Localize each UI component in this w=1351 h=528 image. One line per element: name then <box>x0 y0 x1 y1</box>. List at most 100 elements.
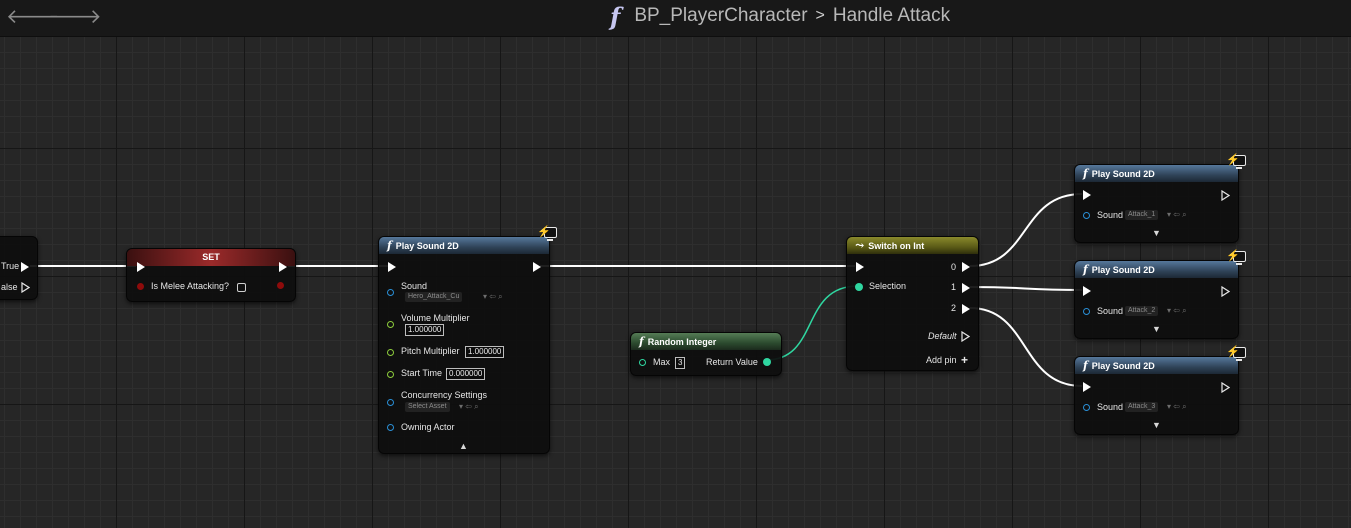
branch-true-exec-pin[interactable] <box>21 262 29 272</box>
owning-actor-pin[interactable] <box>387 424 394 431</box>
exec-out-pin[interactable] <box>533 262 541 272</box>
branch-node[interactable]: True alse <box>0 236 38 300</box>
sound-asset-dropdown[interactable]: Attack_3 <box>1125 402 1159 412</box>
output-2-label: 2 <box>951 303 957 313</box>
lightning-icon: ⚡ <box>537 226 551 238</box>
output-0-label: 0 <box>951 262 957 272</box>
return-value-label: Return Value <box>706 357 758 367</box>
set-node-header: SET <box>127 249 295 266</box>
play-sound-2d-node-1[interactable]: f Play Sound 2D Sound Attack_1 ▾ ⇦ ⌕ ▼ <box>1074 164 1239 243</box>
sound-browse-icons[interactable]: ▾ ⇦ ⌕ <box>1167 210 1187 220</box>
exec-in-pin[interactable] <box>1083 382 1091 392</box>
add-pin-label[interactable]: Add pin <box>926 355 957 365</box>
set-exec-in-pin[interactable] <box>137 262 145 272</box>
sound-asset-dropdown[interactable]: Attack_2 <box>1125 306 1159 316</box>
switch-exec-in-pin[interactable] <box>856 262 864 272</box>
sound-label: Sound <box>1097 306 1124 316</box>
max-input[interactable]: 3 <box>675 357 686 369</box>
sound-pin[interactable] <box>387 289 394 296</box>
exec-out-pin[interactable] <box>1221 190 1230 201</box>
exec-out-pin[interactable] <box>1221 382 1230 393</box>
max-pin[interactable] <box>639 359 646 366</box>
volume-pin[interactable] <box>387 321 394 328</box>
owning-actor-label: Owning Actor <box>401 422 455 432</box>
branch-false-label: alse <box>1 282 18 292</box>
output-2-exec-pin[interactable] <box>962 304 970 314</box>
lightning-icon: ⚡ <box>1226 346 1240 358</box>
start-time-input[interactable]: 0.000000 <box>446 368 486 380</box>
sound-pin[interactable] <box>1083 308 1090 315</box>
sound-asset-dropdown[interactable]: Attack_1 <box>1125 210 1159 220</box>
switch-on-int-header: ⤳ Switch on Int <box>847 237 978 254</box>
concurrency-asset-dropdown[interactable]: Select Asset <box>405 402 450 412</box>
pitch-input[interactable]: 1.000000 <box>465 346 505 358</box>
selection-label: Selection <box>869 281 907 291</box>
switch-on-int-node[interactable]: ⤳ Switch on Int Selection 0 1 2 Default A… <box>846 236 979 371</box>
exec-wire-switch2 <box>969 307 1083 387</box>
concurrency-browse-icons[interactable]: ▾ ⇦ ⌕ <box>459 402 479 412</box>
set-exec-out-pin[interactable] <box>279 262 287 272</box>
sound-pin[interactable] <box>1083 404 1090 411</box>
sound-label: Sound <box>1097 210 1124 220</box>
sound-pin[interactable] <box>1083 212 1090 219</box>
volume-input[interactable]: 1.000000 <box>405 324 445 336</box>
pitch-pin[interactable] <box>387 349 394 356</box>
play-sound-2d-header: f Play Sound 2D <box>1075 165 1238 182</box>
function-icon: f <box>1083 167 1088 180</box>
switch-icon: ⤳ <box>855 239 865 252</box>
pitch-label: Pitch Multiplier <box>401 346 460 356</box>
set-node[interactable]: SET Is Melee Attacking? <box>126 248 296 302</box>
expand-advanced-icon[interactable]: ▼ <box>1152 420 1161 430</box>
play-sound-2d-header: f Play Sound 2D <box>379 237 549 254</box>
volume-label: Volume Multiplier <box>401 313 470 323</box>
return-value-pin[interactable] <box>763 358 771 366</box>
max-label: Max <box>653 357 671 367</box>
random-integer-node[interactable]: f Random Integer Max 3 Return Value <box>630 332 782 376</box>
set-bool-out-pin[interactable] <box>277 282 284 289</box>
function-icon: f <box>639 335 644 348</box>
branch-true-label: True <box>1 261 20 271</box>
is-melee-attacking-checkbox[interactable] <box>237 283 246 292</box>
concurrency-pin[interactable] <box>387 399 394 406</box>
sound-browse-icons[interactable]: ▾ ⇦ ⌕ <box>1167 306 1187 316</box>
play-sound-2d-header: f Play Sound 2D <box>1075 357 1238 374</box>
collapse-advanced-icon[interactable]: ▲ <box>459 441 468 451</box>
function-icon: f <box>1083 359 1088 372</box>
function-icon: f <box>387 239 392 252</box>
sound-browse-icons[interactable]: ▾ ⇦ ⌕ <box>1167 402 1187 412</box>
add-pin-plus-icon[interactable]: + <box>961 353 968 367</box>
output-0-exec-pin[interactable] <box>962 262 970 272</box>
play-sound-2d-node[interactable]: f Play Sound 2D Sound Hero_Attack_Cu ▾ ⇦ … <box>378 236 550 454</box>
node-title: Play Sound 2D <box>1091 265 1155 275</box>
play-sound-2d-node-2[interactable]: f Play Sound 2D Sound Attack_2 ▾ ⇦ ⌕ ▼ <box>1074 260 1239 339</box>
sound-browse-icons[interactable]: ▾ ⇦ ⌕ <box>483 292 503 302</box>
expand-advanced-icon[interactable]: ▼ <box>1152 228 1161 238</box>
exec-wire-switch0 <box>969 193 1083 267</box>
exec-wire-switch1 <box>969 286 1083 291</box>
exec-in-pin[interactable] <box>1083 286 1091 296</box>
branch-false-exec-pin[interactable] <box>21 282 30 293</box>
start-time-label: Start Time <box>401 368 443 378</box>
play-sound-2d-header: f Play Sound 2D <box>1075 261 1238 278</box>
node-title: Switch on Int <box>868 241 925 251</box>
play-sound-2d-node-3[interactable]: f Play Sound 2D Sound Attack_3 ▾ ⇦ ⌕ ▼ <box>1074 356 1239 435</box>
node-title: Play Sound 2D <box>1091 169 1155 179</box>
sound-label: Sound <box>401 281 428 291</box>
random-integer-header: f Random Integer <box>631 333 781 350</box>
selection-pin[interactable] <box>855 283 863 291</box>
default-exec-pin[interactable] <box>961 331 970 342</box>
lightning-icon: ⚡ <box>1226 154 1240 166</box>
set-variable-label: Is Melee Attacking? <box>151 281 230 291</box>
lightning-icon: ⚡ <box>1226 250 1240 262</box>
sound-asset-dropdown[interactable]: Hero_Attack_Cu <box>405 292 463 302</box>
output-1-label: 1 <box>951 282 957 292</box>
set-bool-in-pin[interactable] <box>137 283 144 290</box>
exec-in-pin[interactable] <box>1083 190 1091 200</box>
exec-out-pin[interactable] <box>1221 286 1230 297</box>
default-label: Default <box>928 331 957 341</box>
output-1-exec-pin[interactable] <box>962 283 970 293</box>
expand-advanced-icon[interactable]: ▼ <box>1152 324 1161 334</box>
exec-in-pin[interactable] <box>388 262 396 272</box>
start-time-pin[interactable] <box>387 371 394 378</box>
function-icon: f <box>1083 263 1088 276</box>
